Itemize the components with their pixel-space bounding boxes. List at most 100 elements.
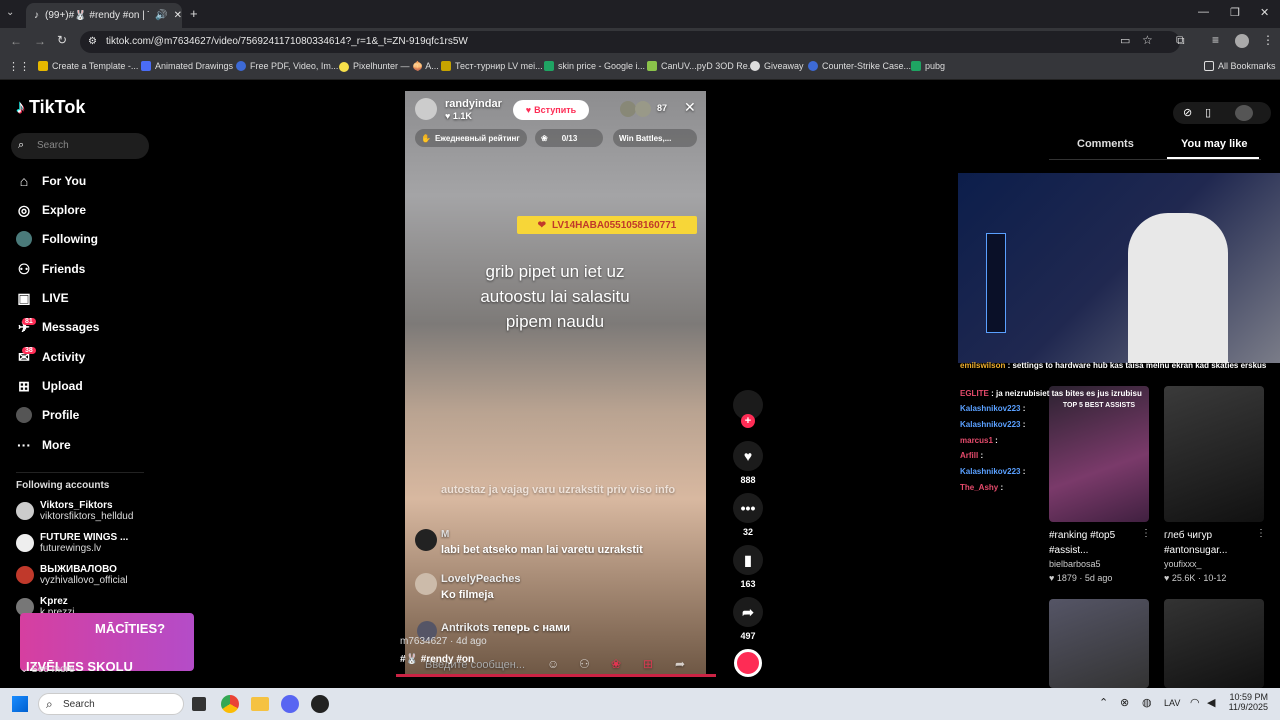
site-info-icon[interactable]: ⚙ xyxy=(88,31,97,53)
chrome-icon[interactable] xyxy=(221,695,239,713)
windows-start-icon[interactable] xyxy=(12,696,28,712)
share-live-icon[interactable]: ➦ xyxy=(675,657,685,671)
video-card-thumbnail[interactable] xyxy=(1164,386,1264,522)
share-icon[interactable]: ➦ xyxy=(733,597,763,627)
nav-live[interactable]: ▣ LIVE xyxy=(16,290,68,306)
promo-banner[interactable]: MĀCĪTIES? IZVĒLIES SKOLU xyxy=(20,613,194,674)
new-tab-icon[interactable]: + xyxy=(190,6,198,21)
music-disc-icon[interactable] xyxy=(734,649,762,677)
stream-preview[interactable] xyxy=(958,173,1280,363)
video-card-thumbnail[interactable] xyxy=(1049,599,1149,688)
streamer-name[interactable]: randyindar xyxy=(445,98,502,110)
following-account[interactable]: ВЫЖИВАЛОВО vyzhivallovo_official xyxy=(16,564,128,586)
video-author[interactable]: m7634627 xyxy=(400,636,447,647)
bookmark-item[interactable]: pubg xyxy=(911,61,945,71)
card-author[interactable]: youfixxx_ xyxy=(1164,559,1202,569)
clock[interactable]: 10:59 PM 11/9/2025 xyxy=(1226,692,1268,712)
close-video-icon[interactable]: ✕ xyxy=(684,99,696,116)
language-indicator[interactable]: LAV xyxy=(1164,698,1180,708)
follow-plus-icon[interactable]: + xyxy=(741,414,755,428)
nav-more[interactable]: ··· More xyxy=(16,437,71,453)
video-hashtags[interactable]: #🐰 #rendy #on xyxy=(400,654,474,665)
streamer-avatar[interactable] xyxy=(415,98,437,120)
following-account[interactable]: FUTURE WINGS ... futurewings.lv xyxy=(16,532,128,554)
card-more-icon[interactable]: ⋮ xyxy=(1256,528,1266,539)
tab-close-icon[interactable]: ✕ xyxy=(174,10,182,21)
speaker-icon[interactable]: 🔊 xyxy=(155,10,167,21)
following-account[interactable]: Viktors_Fiktors viktorsfiktors_helldud xyxy=(16,500,133,522)
menu-icon[interactable]: ⋮ xyxy=(1262,33,1274,47)
media-icon[interactable]: ≡ xyxy=(1212,33,1219,47)
tab-list-icon[interactable]: ⌄ xyxy=(6,7,14,18)
search-input[interactable]: ⌕ Search xyxy=(11,133,149,159)
card-title[interactable]: глеб чигур #antonsugar... xyxy=(1164,528,1259,558)
user-avatar[interactable] xyxy=(1235,105,1253,121)
bookmark-item[interactable]: Animated Drawings xyxy=(141,61,233,71)
people-icon[interactable]: ⚇ xyxy=(579,657,590,671)
apps-grid-icon[interactable]: ⋮⋮ xyxy=(8,60,30,73)
nav-for-you[interactable]: ⌂ For You xyxy=(16,173,86,189)
network-icon[interactable]: ⊗ xyxy=(1120,696,1129,709)
video-card-thumbnail[interactable] xyxy=(1164,599,1264,688)
discord-icon[interactable] xyxy=(281,695,299,713)
mic-icon[interactable]: ◍ xyxy=(1142,696,1152,709)
like-action[interactable]: ♥ 888 xyxy=(733,441,763,485)
join-button[interactable]: ♥ Вступить xyxy=(513,100,589,120)
bookmark-item[interactable]: Create a Template -... xyxy=(38,61,138,71)
tray-chevron-icon[interactable]: ⌃ xyxy=(1099,696,1108,709)
share-action[interactable]: ➦ 497 xyxy=(733,597,763,641)
bookmark-item[interactable]: skin price - Google i... xyxy=(544,61,645,71)
extensions-icon[interactable]: ⧉ xyxy=(1176,33,1185,48)
compass-icon[interactable]: ⊘ xyxy=(1183,106,1192,119)
heart-icon[interactable]: ♥ xyxy=(733,441,763,471)
bookmark-item[interactable]: Pixelhunter — 🧅 A... xyxy=(339,61,439,72)
tab-comments[interactable]: Comments xyxy=(1077,138,1134,150)
nav-explore[interactable]: ◎ Explore xyxy=(16,202,86,218)
task-view-icon[interactable] xyxy=(192,697,206,711)
bookmark-item[interactable]: Counter-Strike Case... xyxy=(808,61,911,71)
profile-avatar[interactable] xyxy=(1235,34,1249,48)
tiktok-logo[interactable]: ♪ TikTok xyxy=(16,97,85,118)
comment-action[interactable]: ••• 32 xyxy=(733,493,763,537)
nav-upload[interactable]: ⊞ Upload xyxy=(16,378,83,394)
see-more-link[interactable]: ⌄ See more xyxy=(20,664,75,675)
card-title[interactable]: #ranking #top5 #assist... xyxy=(1049,528,1144,558)
url-field[interactable]: ⚙ tiktok.com/@m7634627/video/75692411710… xyxy=(80,31,1180,53)
all-bookmarks[interactable]: All Bookmarks xyxy=(1204,61,1276,71)
restore-icon[interactable]: ❐ xyxy=(1230,6,1240,19)
reload-icon[interactable]: ↻ xyxy=(57,33,67,47)
wifi-icon[interactable]: ◠ xyxy=(1190,696,1200,709)
phone-icon[interactable]: ▯ xyxy=(1205,106,1211,119)
back-icon[interactable]: ← xyxy=(10,34,22,48)
cast-icon[interactable]: ▭ xyxy=(1120,34,1130,47)
forward-icon[interactable]: → xyxy=(34,34,46,48)
progress-pill[interactable]: ❀ 0/13 xyxy=(535,129,603,147)
taskbar-search[interactable]: ⌕ Search xyxy=(38,693,184,715)
card-more-icon[interactable]: ⋮ xyxy=(1141,528,1151,539)
emoji-icon[interactable]: ☺ xyxy=(547,657,559,671)
minimize-icon[interactable]: — xyxy=(1198,6,1209,18)
save-action[interactable]: ▮ 163 xyxy=(733,545,763,589)
bookmark-item[interactable]: Тест-турнир LV mei... xyxy=(441,61,543,71)
bookmark-item[interactable]: Free PDF, Video, Im... xyxy=(236,61,338,71)
browser-tab[interactable]: ♪ (99+)#🐰 #rendy #on | Tik 🔊 ✕ xyxy=(26,3,182,28)
file-explorer-icon[interactable] xyxy=(251,697,269,711)
nav-profile[interactable]: Profile xyxy=(16,407,79,423)
nav-friends[interactable]: ⚇ Friends xyxy=(16,261,86,277)
video-player[interactable]: randyindar ♥ 1.1K ♥ Вступить 87 ✕ ✋ Ежедне… xyxy=(405,91,706,674)
video-card-thumbnail[interactable]: TOP 5 BEST ASSISTS xyxy=(1049,386,1149,522)
bookmark-item[interactable]: Giveaway xyxy=(750,61,804,71)
comment-icon[interactable]: ••• xyxy=(733,493,763,523)
app-icon[interactable] xyxy=(311,695,329,713)
card-author[interactable]: bielbarbosa5 xyxy=(1049,559,1101,569)
video-progress-bar[interactable] xyxy=(396,674,716,677)
window-close-icon[interactable]: ✕ xyxy=(1260,6,1269,19)
volume-icon[interactable]: ◀ xyxy=(1207,696,1215,709)
bookmark-star-icon[interactable]: ☆ xyxy=(1142,33,1153,47)
daily-rating-pill[interactable]: ✋ Ежедневный рейтинг xyxy=(415,129,527,147)
win-battles-pill[interactable]: Win Battles,... xyxy=(613,129,697,147)
nav-following[interactable]: Following xyxy=(16,231,98,247)
bookmark-icon[interactable]: ▮ xyxy=(733,545,763,575)
bookmark-item[interactable]: CanUV...pyD 3OD Re... xyxy=(647,61,755,71)
rose-gift-icon[interactable]: ❀ xyxy=(611,657,621,671)
